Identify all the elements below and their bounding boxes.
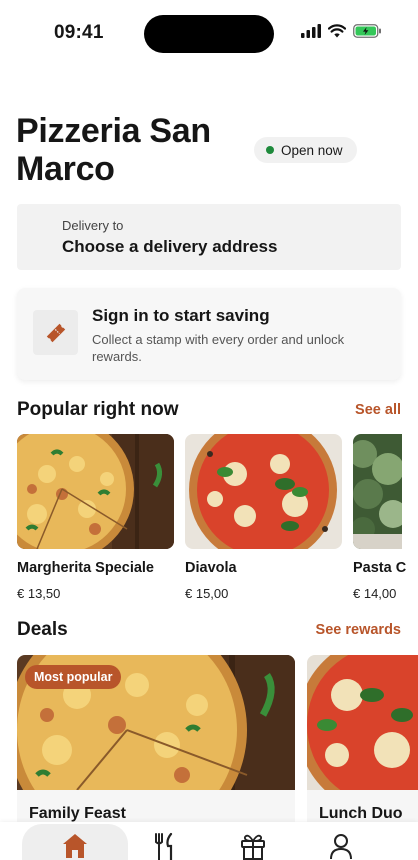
signin-subtitle: Collect a stamp with every order and unl… — [92, 332, 345, 364]
dynamic-island — [144, 15, 274, 53]
nav-menu[interactable] — [130, 822, 200, 860]
delivery-address-selector[interactable]: Delivery to Choose a delivery address — [17, 204, 401, 270]
pizza-image — [17, 434, 174, 549]
popular-item-name: Pasta C — [353, 560, 407, 576]
popular-section-title: Popular right now — [17, 399, 179, 420]
restaurant-name: Pizzeria San Marco — [16, 112, 211, 188]
nav-home[interactable] — [40, 822, 110, 860]
status-bar: 09:41 — [0, 0, 418, 66]
pasta-image — [353, 434, 402, 549]
pizza-image — [185, 434, 342, 549]
status-time: 09:41 — [54, 22, 104, 43]
ticket-icon-container — [33, 310, 78, 355]
most-popular-badge: Most popular — [25, 665, 122, 689]
popular-item-price: € 15,00 — [185, 586, 229, 601]
deals-section-title: Deals — [17, 619, 68, 640]
popular-item-card[interactable]: Diavola € 15,00 — [185, 434, 342, 601]
popular-item-card[interactable]: Pasta C € 14,00 — [353, 434, 418, 601]
open-status-dot — [266, 146, 274, 154]
popular-item-price: € 14,00 — [353, 586, 397, 601]
open-status-badge: Open now — [254, 137, 357, 163]
deal-card[interactable]: Most popular Family Feast — [17, 655, 295, 835]
delivery-address-value: Choose a delivery address — [62, 237, 278, 256]
status-icons — [301, 24, 382, 38]
battery-icon — [353, 24, 381, 38]
see-rewards-link[interactable]: See rewards — [316, 622, 401, 638]
profile-icon — [330, 834, 352, 860]
nav-rewards[interactable] — [218, 822, 288, 860]
home-icon — [63, 834, 87, 858]
popular-item-name: Margherita Speciale — [17, 560, 154, 576]
deal-title: Family Feast — [29, 805, 126, 822]
gift-icon — [241, 834, 265, 860]
bottom-nav — [0, 822, 418, 860]
open-status-label: Open now — [281, 142, 343, 158]
delivery-label: Delivery to — [62, 218, 124, 233]
ticket-icon — [46, 323, 65, 342]
popular-item-price: € 13,50 — [17, 586, 61, 601]
popular-item-name: Diavola — [185, 560, 237, 576]
see-all-link[interactable]: See all — [355, 402, 401, 418]
popular-item-card[interactable]: Margherita Speciale € 13,50 — [17, 434, 174, 601]
deal-image — [307, 655, 418, 790]
deal-title: Lunch Duo — [319, 805, 403, 822]
deal-card[interactable]: Lunch Duo — [307, 655, 418, 835]
fork-knife-icon — [155, 832, 173, 860]
signin-rewards-card[interactable]: Sign in to start saving Collect a stamp … — [17, 288, 401, 380]
cellular-signal-icon — [301, 24, 321, 38]
signin-title: Sign in to start saving — [92, 306, 270, 325]
nav-profile[interactable] — [306, 822, 376, 860]
wifi-icon — [328, 24, 346, 38]
